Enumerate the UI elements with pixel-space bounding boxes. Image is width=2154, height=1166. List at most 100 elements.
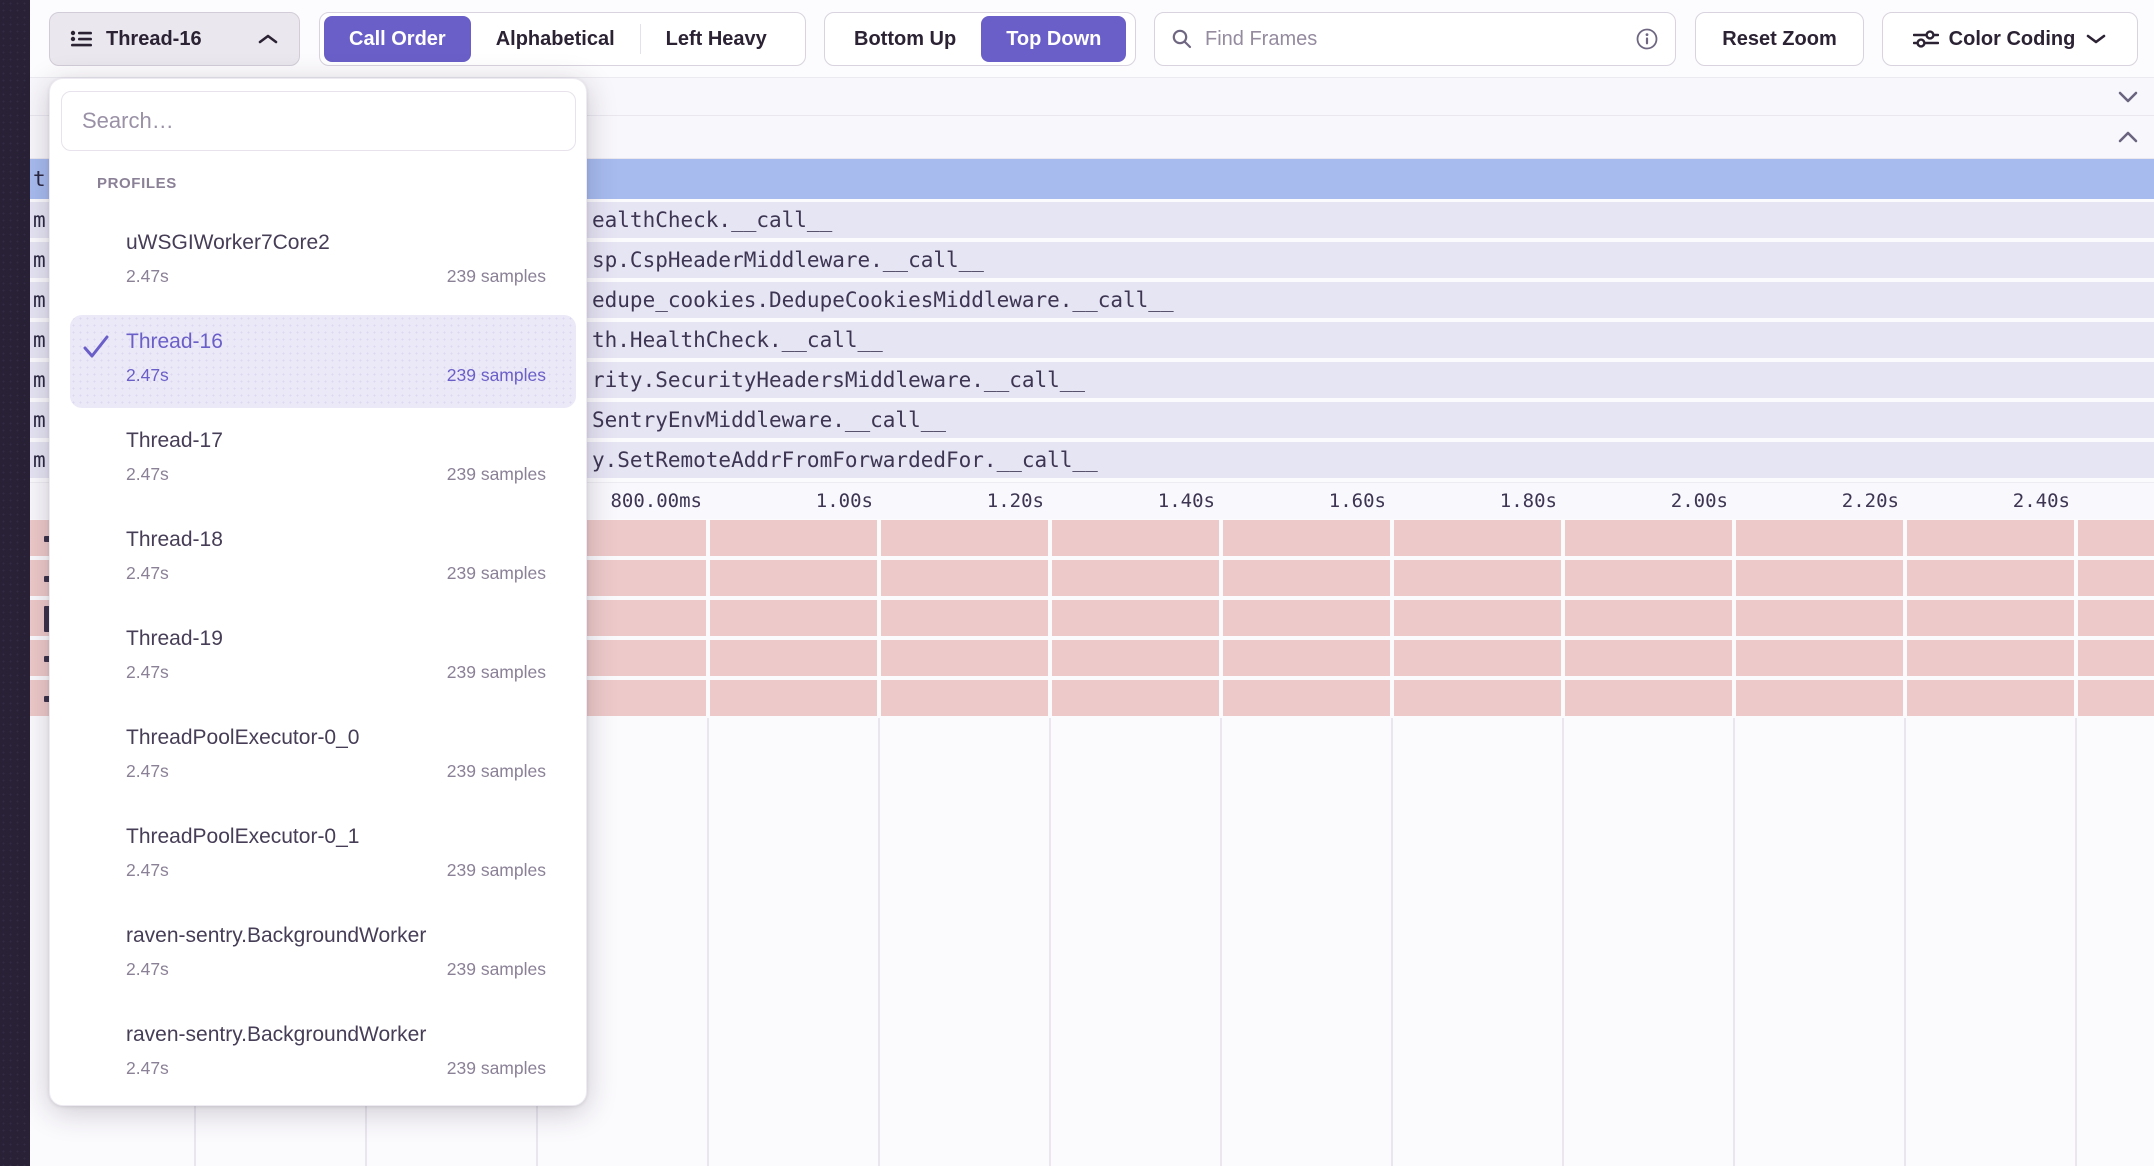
- profile-list-item[interactable]: uWSGIWorker7Core2 2.47s 239 samples: [50, 216, 586, 315]
- grid-line: [878, 718, 880, 1166]
- profile-duration: 2.47s: [126, 761, 169, 782]
- frame-label: edupe_cookies.DedupeCookiesMiddleware.__…: [592, 288, 1174, 312]
- frame-text-fragment: m: [33, 368, 46, 392]
- direction-control: Bottom Up Top Down: [824, 12, 1136, 66]
- stream-icon: [70, 29, 94, 49]
- frame-label: sp.CspHeaderMiddleware.__call__: [592, 248, 984, 272]
- time-tick-label: 1.60s: [1226, 490, 1386, 512]
- grid-line: [1562, 718, 1564, 1166]
- sort-left-heavy[interactable]: Left Heavy: [641, 16, 792, 62]
- chevron-down-icon[interactable]: [2116, 90, 2140, 104]
- grid-line: [1390, 520, 1394, 718]
- profile-list: uWSGIWorker7Core22.47s239 samplesThread-…: [50, 216, 586, 1107]
- color-coding-button[interactable]: Color Coding: [1882, 12, 2138, 66]
- sort-order-control: Call Order Alphabetical Left Heavy: [319, 12, 806, 66]
- profile-duration: 2.47s: [126, 860, 169, 881]
- reset-zoom-label: Reset Zoom: [1722, 28, 1836, 51]
- profile-sample-count: 239 samples: [447, 860, 546, 881]
- profile-name: Thread-19: [126, 627, 223, 651]
- profile-duration: 2.47s: [126, 959, 169, 980]
- thread-selector-button[interactable]: Thread-16: [49, 12, 300, 66]
- profile-duration: 2.47s: [126, 563, 169, 584]
- profile-list-item[interactable]: raven-sentry.BackgroundWorker 2.47s 239 sa…: [50, 909, 586, 1008]
- reset-zoom-button[interactable]: Reset Zoom: [1695, 12, 1864, 66]
- grid-line: [1733, 718, 1735, 1166]
- direction-top-down[interactable]: Top Down: [981, 16, 1126, 62]
- selected-item-highlight: [70, 315, 576, 408]
- profile-sample-count: 239 samples: [447, 365, 546, 386]
- profile-sample-count: 239 samples: [447, 959, 546, 980]
- frame-text-fragment: m: [33, 208, 46, 232]
- grid-line: [1732, 520, 1736, 718]
- frame-text-fragment: m: [33, 288, 46, 312]
- info-icon[interactable]: [1635, 27, 1659, 51]
- chevron-up-icon: [257, 33, 279, 45]
- grid-line: [2074, 520, 2078, 718]
- profile-name: ThreadPoolExecutor-0_1: [126, 825, 359, 849]
- search-icon: [1171, 28, 1193, 50]
- grid-line: [707, 718, 709, 1166]
- frame-label: SentryEnvMiddleware.__call__: [592, 408, 946, 432]
- frame-label: rity.SecurityHeadersMiddleware.__call__: [592, 368, 1085, 392]
- frame-text-fragment: m: [33, 248, 46, 272]
- direction-bottom-up[interactable]: Bottom Up: [829, 16, 981, 62]
- profile-list-item[interactable]: Thread-18 2.47s 239 samples: [50, 513, 586, 612]
- grid-line: [2075, 718, 2077, 1166]
- profile-list-item[interactable]: Thread-162.47s239 samples: [50, 315, 586, 414]
- profile-list-item[interactable]: ThreadPoolExecutor-0_1 2.47s 239 samples: [50, 810, 586, 909]
- profile-duration: 2.47s: [126, 1058, 169, 1079]
- profiling-flamechart-screen: Thread-16 Call Order Alphabetical Left H…: [0, 0, 2154, 1166]
- chevron-up-icon[interactable]: [2116, 130, 2140, 144]
- grid-line: [877, 520, 881, 718]
- frame-label: y.SetRemoteAddrFromForwardedFor.__call__: [592, 448, 1098, 472]
- time-tick-label: 1.20s: [884, 490, 1044, 512]
- grid-line: [1049, 718, 1051, 1166]
- profile-duration: 2.47s: [126, 464, 169, 485]
- time-tick-label: 2.20s: [1739, 490, 1899, 512]
- frame-text-fragment: m: [33, 328, 46, 352]
- profile-name: uWSGIWorker7Core2: [126, 231, 330, 255]
- color-coding-label: Color Coding: [1949, 28, 2076, 51]
- grid-line: [1904, 718, 1906, 1166]
- sort-alphabetical[interactable]: Alphabetical: [471, 16, 640, 62]
- profiles-section-label: PROFILES: [97, 175, 177, 192]
- chevron-down-icon: [2085, 33, 2107, 45]
- profile-duration: 2.47s: [126, 266, 169, 287]
- grid-line: [1561, 520, 1565, 718]
- app-sidebar: [0, 0, 30, 1166]
- profile-list-item[interactable]: Thread-192.47s239 samples: [50, 612, 586, 711]
- profile-selector-dropdown: PROFILES uWSGIWorker7Core2 2.47s 239 sampl…: [49, 78, 587, 1106]
- time-tick-label: 1.40s: [1055, 490, 1215, 512]
- profile-list-item[interactable]: Thread-17 2.47s 239 samples: [50, 414, 586, 513]
- profile-name: Thread-17: [126, 429, 223, 453]
- time-tick-label: 1.00s: [713, 490, 873, 512]
- frame-label: th.HealthCheck.__call__: [592, 328, 883, 352]
- profile-list-item[interactable]: raven-sentry.BackgroundWorker2.47s239 sa…: [50, 1008, 586, 1107]
- profile-sample-count: 239 samples: [447, 1058, 546, 1079]
- frame-text-fragment: m: [33, 408, 46, 432]
- checkmark-icon: [82, 334, 110, 360]
- flamechart-toolbar: Thread-16 Call Order Alphabetical Left H…: [30, 0, 2154, 78]
- profile-search-input[interactable]: [80, 107, 557, 135]
- sliders-icon: [1913, 29, 1939, 49]
- grid-line: [1391, 718, 1393, 1166]
- profile-list-item[interactable]: ThreadPoolExecutor-0_02.47s239 samples: [50, 711, 586, 810]
- profile-sample-count: 239 samples: [447, 761, 546, 782]
- grid-line: [1219, 520, 1223, 718]
- frame-text-fragment: m: [33, 448, 46, 472]
- find-frames-input[interactable]: [1203, 27, 1625, 52]
- profile-sample-count: 239 samples: [447, 563, 546, 584]
- grid-line: [1903, 520, 1907, 718]
- time-tick-label: 1.80s: [1397, 490, 1557, 512]
- profile-sample-count: 239 samples: [447, 464, 546, 485]
- profile-sample-count: 239 samples: [447, 266, 546, 287]
- frame-label: ealthCheck.__call__: [592, 208, 832, 232]
- profile-name: Thread-18: [126, 528, 223, 552]
- find-frames-box: [1154, 12, 1676, 66]
- grid-line: [1048, 520, 1052, 718]
- profile-name: raven-sentry.BackgroundWorker: [126, 924, 426, 948]
- time-tick-label: 2.40s: [1910, 490, 2070, 512]
- profile-duration: 2.47s: [126, 662, 169, 683]
- grid-line: [706, 520, 710, 718]
- sort-call-order[interactable]: Call Order: [324, 16, 471, 62]
